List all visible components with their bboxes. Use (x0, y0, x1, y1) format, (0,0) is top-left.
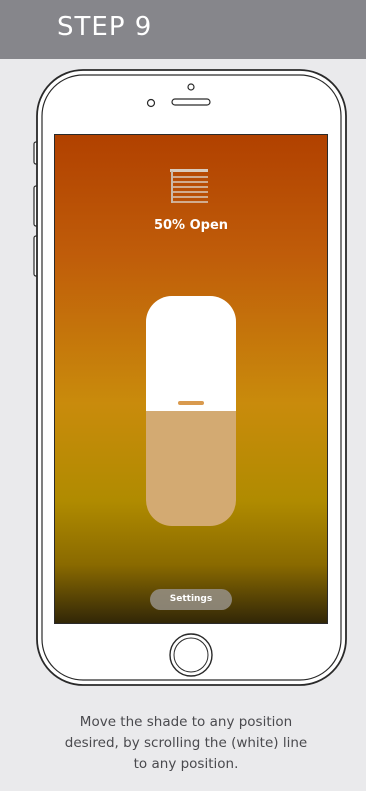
window-shade-icon (170, 169, 208, 203)
slider-open-area (146, 296, 236, 411)
settings-button[interactable]: Settings (150, 589, 232, 610)
slider-handle[interactable] (178, 401, 204, 405)
app-screen: 50% Open Settings (55, 135, 327, 623)
shade-position-slider[interactable] (146, 296, 236, 526)
instruction-caption: Move the shade to any position desired, … (64, 714, 308, 772)
shade-status-text: 50% Open (153, 218, 229, 233)
tutorial-card: STEP 9 50% Open Settings Move the shade … (0, 0, 366, 791)
